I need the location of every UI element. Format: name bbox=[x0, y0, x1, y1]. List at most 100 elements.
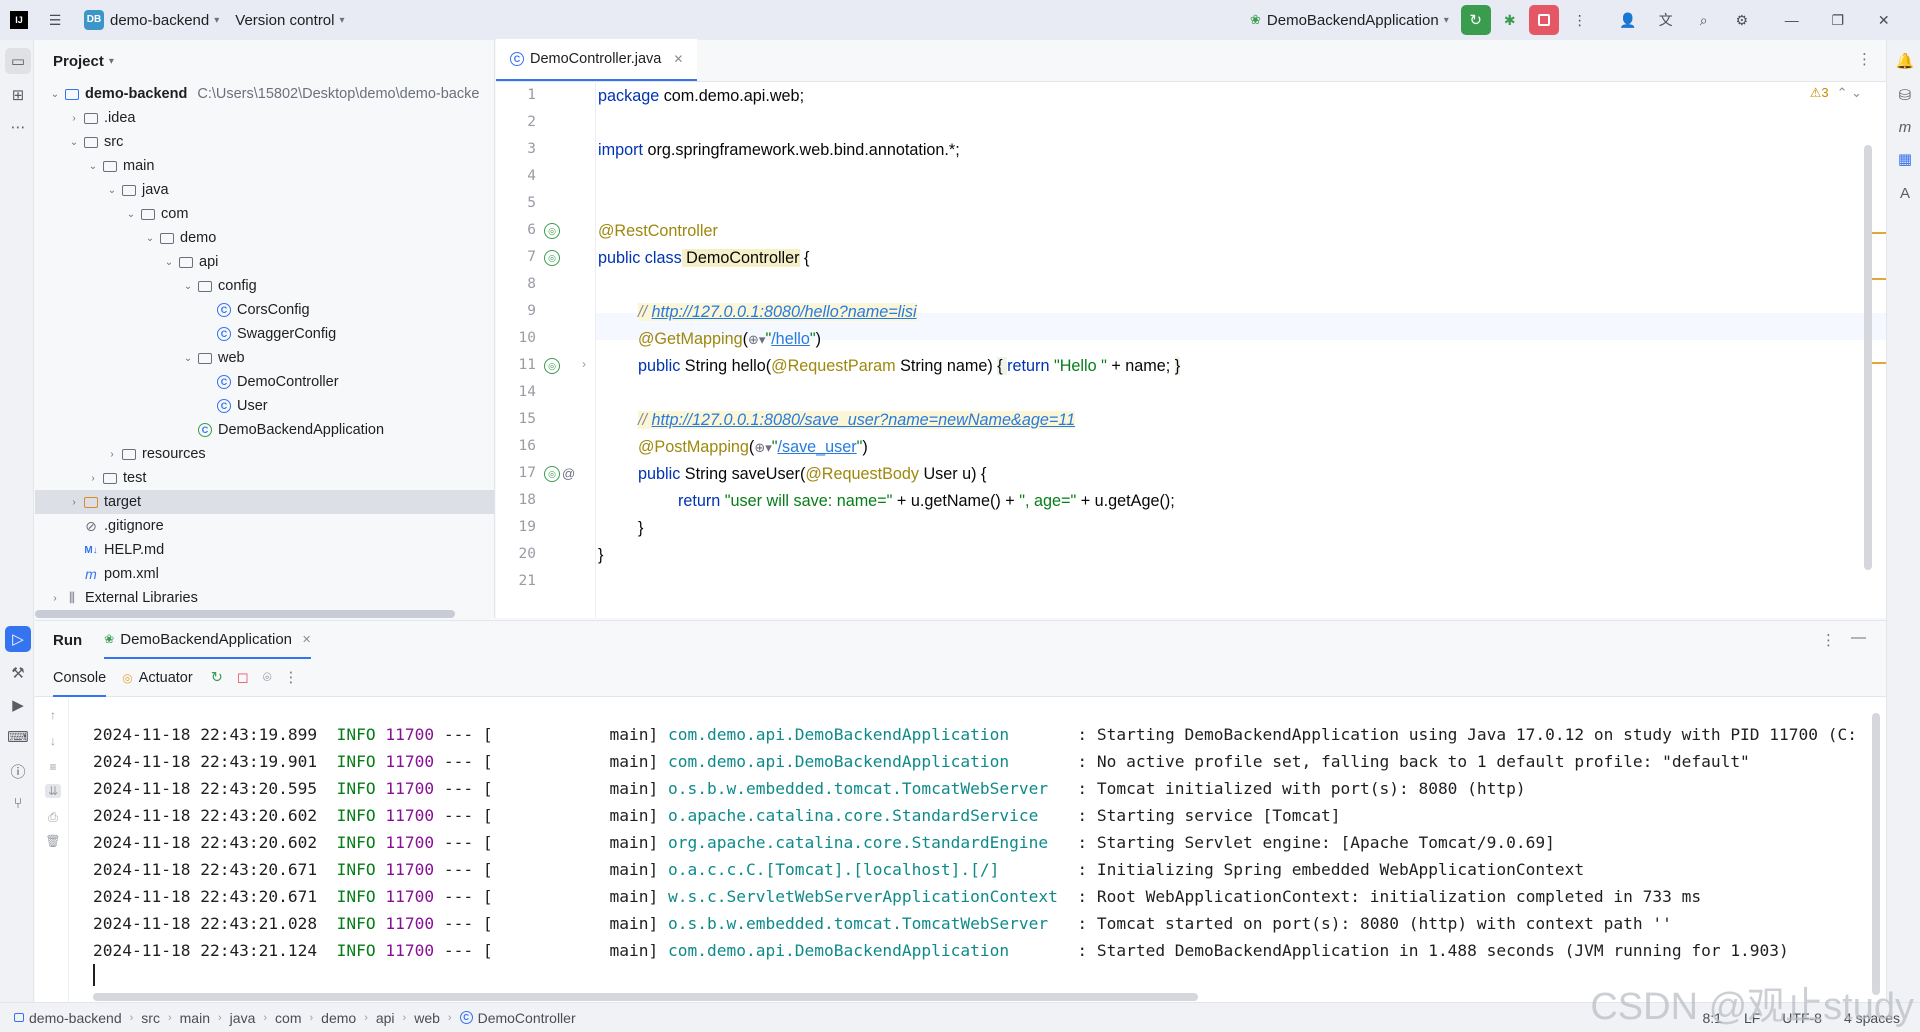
vertical-scrollbar[interactable] bbox=[1864, 145, 1872, 570]
fold-expand-icon[interactable]: › bbox=[582, 357, 586, 371]
project-switcher[interactable]: DB demo-backend ▾ bbox=[76, 0, 227, 40]
stop-button[interactable] bbox=[1528, 5, 1559, 35]
ai-assistant-tool-icon[interactable]: A bbox=[1892, 180, 1918, 206]
close-window-button[interactable]: ✕ bbox=[1871, 7, 1897, 33]
tree-item-com[interactable]: ⌄ com bbox=[35, 202, 494, 226]
chevron-down-icon[interactable]: ⌄ bbox=[47, 89, 63, 100]
tree-item-test[interactable]: › test bbox=[35, 466, 494, 490]
tab-options-icon[interactable]: ⋮ bbox=[1857, 50, 1872, 68]
breadcrumb-item[interactable]: demo-backend bbox=[29, 1010, 122, 1026]
tab-actuator[interactable]: Actuator bbox=[139, 670, 193, 686]
tab-console[interactable]: Console bbox=[53, 659, 107, 697]
tree-item-main[interactable]: ⌄ main bbox=[35, 154, 494, 178]
terminal-tool-icon[interactable]: ⌨ bbox=[5, 724, 31, 750]
console-vertical-scrollbar[interactable] bbox=[1872, 713, 1880, 995]
tree-item-external-libraries[interactable]: › ⫼ External Libraries bbox=[35, 586, 494, 610]
tree-item-demo[interactable]: ⌄ demo bbox=[35, 226, 494, 250]
run-tool-icon[interactable]: ▷ bbox=[5, 626, 31, 652]
tree-item-src[interactable]: ⌄ src bbox=[35, 130, 494, 154]
breadcrumb-item[interactable]: web bbox=[414, 1010, 440, 1026]
breadcrumb-item[interactable]: DemoController bbox=[478, 1010, 576, 1026]
breadcrumb-item[interactable]: demo bbox=[321, 1010, 356, 1026]
tree-item-config[interactable]: ⌄ config bbox=[35, 274, 494, 298]
tree-item-api[interactable]: ⌄ api bbox=[35, 250, 494, 274]
print-icon[interactable]: ⎙ bbox=[45, 810, 61, 825]
error-stripe-marker[interactable] bbox=[1872, 362, 1886, 364]
chevron-right-icon[interactable]: › bbox=[66, 113, 82, 124]
soft-wrap-icon[interactable]: ≡ bbox=[45, 760, 61, 774]
chevron-down-icon[interactable]: ⌄ bbox=[161, 257, 177, 268]
maven-tool-icon[interactable]: m bbox=[1892, 114, 1918, 140]
tab-run-config[interactable]: ❀ DemoBackendApplication ✕ bbox=[104, 621, 312, 659]
globe-icon[interactable]: ⊕▾ bbox=[748, 332, 765, 347]
endpoint-icon[interactable]: ◎ bbox=[544, 466, 560, 482]
services-tool-icon[interactable]: ▶ bbox=[5, 692, 31, 718]
more-actions-icon[interactable]: ⋮ bbox=[1567, 7, 1593, 33]
chevron-down-icon[interactable]: ⌄ bbox=[66, 137, 82, 148]
database-tool-icon[interactable]: ⛁ bbox=[1892, 82, 1918, 108]
debug-button[interactable]: ✱ bbox=[1497, 7, 1523, 33]
scroll-up-icon[interactable]: ↑ bbox=[45, 708, 61, 722]
calculator-tool-icon[interactable]: ▦ bbox=[1892, 146, 1918, 172]
rerun-button[interactable]: ↻ bbox=[1460, 5, 1491, 35]
hello-path-link[interactable]: /hello bbox=[771, 330, 810, 348]
tree-item-swaggerconfig[interactable]: C SwaggerConfig bbox=[35, 322, 494, 346]
add-user-icon[interactable]: 👤 bbox=[1615, 7, 1641, 33]
chevron-right-icon[interactable]: › bbox=[85, 473, 101, 484]
code-area[interactable]: package com.demo.api.web; import org.spr… bbox=[598, 83, 1768, 618]
breadcrumb-item[interactable]: src bbox=[141, 1010, 160, 1026]
camera-icon[interactable]: ⌾ bbox=[263, 670, 272, 686]
chevron-down-icon[interactable]: ⌄ bbox=[104, 185, 120, 196]
chevron-down-icon[interactable]: ⌄ bbox=[123, 209, 139, 220]
search-icon[interactable]: ⌕ bbox=[1691, 7, 1717, 33]
globe-icon[interactable]: ⊕▾ bbox=[754, 440, 771, 455]
problems-tool-icon[interactable]: ⓘ bbox=[5, 758, 31, 784]
more-actions-icon[interactable]: ⋮ bbox=[284, 670, 299, 686]
tree-item-java[interactable]: ⌄ java bbox=[35, 178, 494, 202]
chevron-right-icon[interactable]: › bbox=[104, 449, 120, 460]
tree-item-demo-backend[interactable]: ⌄ demo-backend C:\Users\15802\Desktop\demo… bbox=[35, 82, 494, 106]
inspection-widget[interactable]: ⚠3 ⌃ ⌄ bbox=[1810, 85, 1862, 101]
project-panel-header[interactable]: Project ▾ bbox=[35, 40, 494, 82]
hide-panel-icon[interactable]: — bbox=[1851, 629, 1866, 646]
chevron-right-icon[interactable]: › bbox=[47, 593, 63, 604]
console-output[interactable]: 2024-11-18 22:43:19.899 INFO 11700 --- [… bbox=[93, 721, 1883, 964]
endpoint-icon[interactable]: ◎ bbox=[544, 358, 560, 374]
clear-trash-icon[interactable]: 🗑 bbox=[45, 834, 61, 848]
breadcrumb-item[interactable]: com bbox=[275, 1010, 301, 1026]
more-tools-icon[interactable]: ⋯ bbox=[5, 114, 31, 140]
tree-item-corsconfig[interactable]: C CorsConfig bbox=[35, 298, 494, 322]
error-stripe-marker[interactable] bbox=[1872, 278, 1886, 280]
save-user-path-link[interactable]: /save_user bbox=[777, 438, 856, 456]
tree-item-demobackendapplication[interactable]: C DemoBackendApplication bbox=[35, 418, 494, 442]
request-body-icon[interactable]: @ bbox=[562, 466, 575, 481]
build-tool-icon[interactable]: ⚒ bbox=[5, 660, 31, 686]
tree-item-target[interactable]: › target bbox=[35, 490, 494, 514]
bean-icon[interactable]: ◎ bbox=[544, 250, 560, 266]
chevron-down-icon[interactable]: ⌄ bbox=[180, 281, 196, 292]
run-config-selector[interactable]: ❀ DemoBackendApplication ▾ bbox=[1242, 0, 1457, 40]
close-tab-icon[interactable]: ✕ bbox=[673, 52, 683, 66]
tree-item-pom-xml[interactable]: m pom.xml bbox=[35, 562, 494, 586]
tree-item-democontroller[interactable]: C DemoController bbox=[35, 370, 494, 394]
translate-icon[interactable]: 文 bbox=[1653, 7, 1679, 33]
settings-gear-icon[interactable]: ⚙ bbox=[1729, 7, 1755, 33]
breadcrumb-item[interactable]: main bbox=[180, 1010, 210, 1026]
git-tool-icon[interactable]: ⑂ bbox=[5, 790, 31, 816]
structure-tool-icon[interactable]: ⊞ bbox=[5, 82, 31, 108]
error-stripe-marker[interactable] bbox=[1872, 232, 1886, 234]
tree-item-user[interactable]: C User bbox=[35, 394, 494, 418]
hello-url-link[interactable]: http://127.0.0.1:8080/hello?name=lisi bbox=[652, 303, 917, 321]
save-user-url-link[interactable]: http://127.0.0.1:8080/save_user?name=new… bbox=[652, 411, 1076, 429]
scroll-to-end-icon[interactable]: ⇊ bbox=[45, 784, 61, 798]
tree-item-resources[interactable]: › resources bbox=[35, 442, 494, 466]
tree-item--gitignore[interactable]: ⊘ .gitignore bbox=[35, 514, 494, 538]
breadcrumb-item[interactable]: api bbox=[376, 1010, 395, 1026]
tree-item-web[interactable]: ⌄ web bbox=[35, 346, 494, 370]
close-tab-icon[interactable]: ✕ bbox=[302, 633, 311, 646]
chevron-down-icon[interactable]: ⌄ bbox=[85, 161, 101, 172]
console-horizontal-scrollbar[interactable] bbox=[93, 993, 1198, 1001]
chevron-down-icon[interactable]: ⌄ bbox=[180, 353, 196, 364]
tab-democontroller[interactable]: C DemoController.java ✕ bbox=[496, 39, 698, 81]
rerun-icon[interactable]: ↻ bbox=[211, 670, 223, 686]
